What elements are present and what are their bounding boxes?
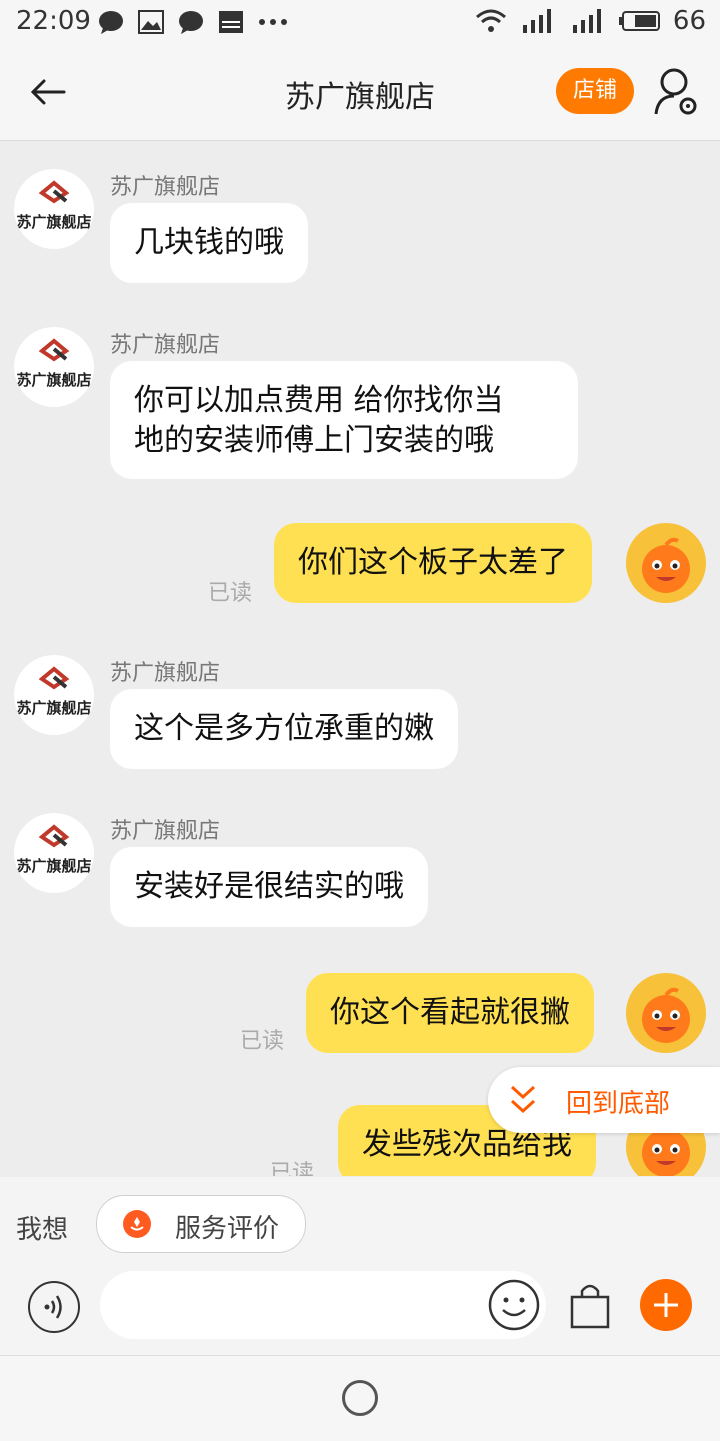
message-text: 安装好是很结实的哦 xyxy=(134,869,404,904)
incoming-message[interactable]: 安装好是很结实的哦 xyxy=(110,847,428,927)
store-avatar[interactable]: 苏广旗舰店 xyxy=(14,327,94,407)
message-text: 这个是多方位承重的嫩 xyxy=(134,711,434,746)
user-settings-icon[interactable] xyxy=(652,64,702,120)
incoming-message[interactable]: 这个是多方位承重的嫩 xyxy=(110,689,458,769)
outgoing-message[interactable]: 你们这个板子太差了 xyxy=(274,523,592,603)
read-status: 已读 xyxy=(240,1029,285,1054)
signal-4g-icon xyxy=(522,9,551,33)
voice-input-button[interactable] xyxy=(28,1281,80,1333)
message-text-line: 你可以加点费用 给你找你当 xyxy=(134,383,504,418)
double-chevron-down-icon xyxy=(510,1085,536,1114)
my-avatar[interactable] xyxy=(626,973,706,1053)
read-status: 已读 xyxy=(208,581,253,606)
status-bar: 22:09 66 xyxy=(0,0,720,44)
my-avatar[interactable] xyxy=(626,523,706,603)
incoming-message[interactable]: 你可以加点费用 给你找你当 地的安装师傅上门安装的哦 xyxy=(110,361,578,479)
signal-icon xyxy=(572,9,601,33)
message-text-line: 地的安装师傅上门安装的哦 xyxy=(134,423,494,458)
store-avatar[interactable]: 苏广旗舰店 xyxy=(14,813,94,893)
message-input-bar xyxy=(0,1267,720,1355)
store-logo-icon xyxy=(38,338,70,362)
store-avatar-text: 苏广旗舰店 xyxy=(16,371,92,389)
read-status: 已读 xyxy=(270,1161,315,1176)
store-avatar-text: 苏广旗舰店 xyxy=(16,857,92,875)
sender-name: 苏广旗舰店 xyxy=(110,333,221,358)
message-text: 你们这个板子太差了 xyxy=(298,545,568,580)
more-actions-button[interactable] xyxy=(640,1279,692,1331)
incoming-message[interactable]: 几块钱的哦 xyxy=(110,203,308,283)
service-evaluation-button[interactable]: 服务评价 xyxy=(96,1195,306,1253)
more-icon xyxy=(259,19,287,25)
battery-level: 66 xyxy=(672,6,706,36)
store-logo-icon xyxy=(38,666,70,690)
service-evaluation-label: 服务评价 xyxy=(175,1214,280,1244)
message-icon xyxy=(99,11,123,34)
message-text: 几块钱的哦 xyxy=(134,225,284,260)
shopping-bag-icon[interactable] xyxy=(564,1279,616,1331)
store-logo-icon xyxy=(38,824,70,848)
message-icon xyxy=(179,11,203,34)
back-to-bottom-button[interactable]: 回到底部 xyxy=(488,1067,720,1133)
home-button[interactable] xyxy=(342,1380,378,1416)
sender-name: 苏广旗舰店 xyxy=(110,819,221,844)
rating-icon xyxy=(123,1210,151,1238)
back-to-bottom-label: 回到底部 xyxy=(566,1089,671,1119)
system-status-icons: 66 xyxy=(475,6,706,36)
status-time: 22:09 xyxy=(16,6,91,36)
store-avatar[interactable]: 苏广旗舰店 xyxy=(14,655,94,735)
store-avatar[interactable]: 苏广旗舰店 xyxy=(14,169,94,249)
system-nav-bar xyxy=(0,1355,720,1441)
chat-messages[interactable]: 苏广旗舰店 苏广旗舰店 几块钱的哦 苏广旗舰店 苏广旗舰店 你可以加点费用 给你… xyxy=(0,141,720,1176)
chat-header: 苏广旗舰店 店铺 xyxy=(0,44,720,141)
sender-name: 苏广旗舰店 xyxy=(110,175,221,200)
quick-actions-bar: 我想 服务评价 xyxy=(0,1177,720,1267)
outgoing-message[interactable]: 你这个看起就很撇 xyxy=(306,973,594,1053)
notification-icons xyxy=(98,10,288,34)
battery-icon xyxy=(618,11,660,31)
voice-icon xyxy=(44,1295,62,1319)
news-icon xyxy=(219,11,243,33)
image-icon xyxy=(138,10,164,34)
mascot-avatar-icon xyxy=(642,987,690,1043)
message-text: 你这个看起就很撇 xyxy=(330,995,570,1030)
quick-actions-label: 我想 xyxy=(16,1215,69,1245)
sender-name: 苏广旗舰店 xyxy=(110,661,221,686)
plus-icon xyxy=(654,1293,678,1317)
mascot-avatar-icon xyxy=(642,537,690,593)
store-avatar-text: 苏广旗舰店 xyxy=(16,699,92,717)
shop-button[interactable]: 店铺 xyxy=(556,68,634,114)
store-logo-icon xyxy=(38,180,70,204)
store-avatar-text: 苏广旗舰店 xyxy=(16,213,92,231)
emoji-icon[interactable] xyxy=(488,1279,540,1331)
message-input[interactable] xyxy=(100,1271,546,1339)
wifi-icon xyxy=(475,9,506,32)
